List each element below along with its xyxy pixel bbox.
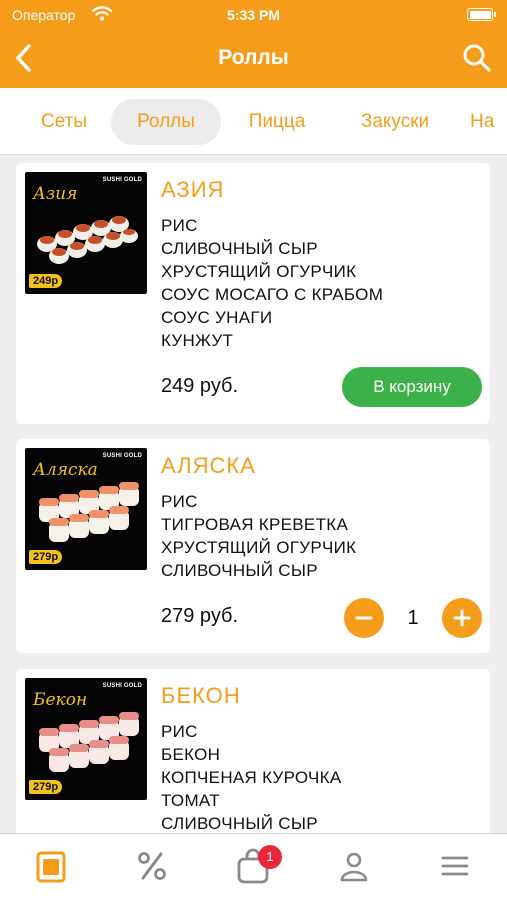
ingredient: СЛИВОЧНЫЙ СЫР	[161, 239, 318, 258]
product-name: АЛЯСКА	[161, 453, 256, 478]
ingredient: СЛИВОЧНЫЙ СЫР	[161, 814, 318, 833]
product-card: SUSHI GOLD Азия 249р АЗИЯ РИС СЛИВОЧНЫЙ …	[16, 163, 490, 424]
top-bar: Оператор 5:33 PM Роллы	[0, 0, 507, 88]
search-icon	[463, 44, 491, 72]
ingredient: ХРУСТЯЩИЙ ОГУРЧИК	[161, 262, 357, 281]
product-name: АЗИЯ	[161, 177, 225, 202]
plus-icon	[453, 609, 471, 627]
clock: 5:33 PM	[227, 7, 280, 23]
hamburger-icon	[441, 856, 469, 876]
product-ingredients: РИС ТИГРОВАЯ КРЕВЕТКА ХРУСТЯЩИЙ ОГУРЧИК …	[161, 490, 356, 582]
status-bar: Оператор 5:33 PM	[0, 0, 507, 30]
ingredient: СОУС УНАГИ	[161, 308, 273, 327]
tab-more-menu[interactable]	[404, 834, 505, 900]
tab-more[interactable]: На	[470, 99, 507, 145]
ingredient: РИС	[161, 722, 198, 741]
image-brand-text: SUSHI GOLD	[102, 177, 142, 183]
image-brand-text: SUSHI GOLD	[102, 453, 142, 459]
search-button[interactable]	[461, 42, 493, 74]
minus-icon	[355, 616, 373, 620]
profile-icon	[340, 852, 368, 882]
ingredient: БЕКОН	[161, 745, 221, 764]
decrease-quantity-button[interactable]	[344, 598, 384, 638]
product-name: БЕКОН	[161, 683, 241, 708]
cart-count-badge: 1	[258, 845, 282, 869]
product-image: SUSHI GOLD Аляска 279р	[25, 448, 147, 570]
product-card: SUSHI GOLD Аляска 279р АЛЯСКА РИС ТИГРОВ…	[16, 439, 490, 653]
image-price-tag: 279р	[29, 780, 63, 794]
menu-icon	[36, 851, 66, 883]
product-card: SUSHI GOLD Бекон 279р БЕКОН РИС БЕКОН КО…	[16, 669, 490, 833]
tab-rolls[interactable]: Роллы	[111, 99, 221, 145]
product-list: SUSHI GOLD Азия 249р АЗИЯ РИС СЛИВОЧНЫЙ …	[0, 156, 507, 833]
category-tabs: Сеты Роллы Пицца Закуски На	[0, 88, 507, 155]
ingredient: СЛИВОЧНЫЙ СЫР	[161, 561, 318, 580]
tab-profile[interactable]	[303, 834, 404, 900]
image-price-tag: 279р	[29, 550, 63, 564]
ingredient: РИС	[161, 492, 198, 511]
tab-sets[interactable]: Сеты	[22, 99, 106, 145]
ingredient: ТИГРОВАЯ КРЕВЕТКА	[161, 515, 349, 534]
increase-quantity-button[interactable]	[442, 598, 482, 638]
tab-cart[interactable]	[202, 834, 303, 900]
tab-promotions[interactable]	[101, 834, 202, 900]
image-title-text: Азия	[33, 184, 78, 204]
tab-snacks[interactable]: Закуски	[341, 99, 449, 145]
image-brand-text: SUSHI GOLD	[102, 683, 142, 689]
ingredient: СОУС МОСАГО С КРАБОМ	[161, 285, 384, 304]
ingredient: КУНЖУТ	[161, 331, 234, 350]
ingredient: РИС	[161, 216, 198, 235]
image-title-text: Бекон	[33, 690, 88, 710]
product-ingredients: РИС БЕКОН КОПЧЕНАЯ КУРОЧКА ТОМАТ СЛИВОЧН…	[161, 720, 342, 833]
product-ingredients: РИС СЛИВОЧНЫЙ СЫР ХРУСТЯЩИЙ ОГУРЧИК СОУС…	[161, 214, 383, 352]
product-price: 279 руб.	[161, 605, 239, 627]
product-image: SUSHI GOLD Бекон 279р	[25, 678, 147, 800]
ingredient: ХРУСТЯЩИЙ ОГУРЧИК	[161, 538, 357, 557]
image-price-tag: 249р	[29, 274, 63, 288]
add-to-cart-button[interactable]: В корзину	[342, 367, 482, 407]
product-image: SUSHI GOLD Азия 249р	[25, 172, 147, 294]
quantity-value: 1	[407, 607, 419, 629]
image-title-text: Аляска	[33, 460, 98, 480]
percent-icon	[138, 852, 166, 880]
tab-pizza[interactable]: Пицца	[230, 99, 324, 145]
bottom-tab-bar	[0, 833, 507, 900]
ingredient: КОПЧЕНАЯ КУРОЧКА	[161, 768, 342, 787]
page-title: Роллы	[218, 46, 289, 69]
battery-icon	[467, 8, 496, 21]
ingredient: ТОМАТ	[161, 791, 220, 810]
tab-menu[interactable]	[0, 834, 101, 900]
product-price: 249 руб.	[161, 375, 239, 397]
